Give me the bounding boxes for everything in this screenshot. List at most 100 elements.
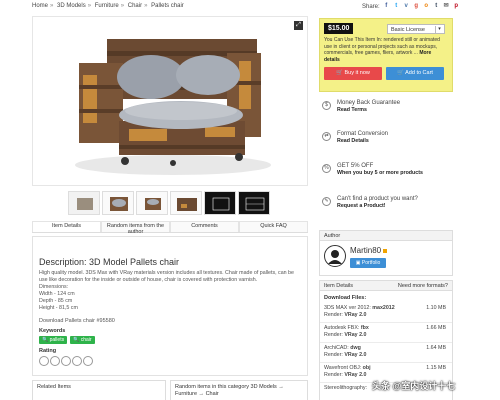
related-items-panel: Related Items: [32, 380, 166, 400]
render-value: VRay 2.0: [344, 372, 367, 378]
render-label: Render:: [324, 312, 343, 318]
thumbnail[interactable]: [204, 191, 236, 215]
feature-title: GET 5% OFF: [337, 163, 374, 169]
render-value: VRay 2.0: [344, 352, 367, 358]
tab-random-items-author[interactable]: Random items from the author: [101, 221, 170, 234]
item-details-title: Item Details: [324, 283, 354, 289]
feature-format-conversion: ⇄ Format Conversion Read Details: [322, 131, 388, 144]
keyword-tag[interactable]: 🔍 chair: [70, 336, 95, 344]
badge-icon: [383, 249, 388, 253]
star-icon[interactable]: [50, 356, 60, 366]
render-label: Render:: [324, 352, 343, 358]
breadcrumb-separator: »: [50, 3, 54, 9]
breadcrumb-separator: »: [144, 3, 148, 9]
share-label: Share:: [362, 3, 380, 10]
breadcrumb-3d-models[interactable]: 3D Models: [57, 3, 86, 9]
keyword-list: 🔍 pallets 🔍 chair: [39, 336, 301, 344]
tab-quick-faq[interactable]: Quick FAQ: [239, 221, 308, 232]
feature-link[interactable]: Read Details: [337, 138, 388, 144]
render-value: VRay 2.0: [344, 312, 367, 318]
share-bar: Share: f t v g o t ✉ p: [362, 3, 460, 10]
star-icon[interactable]: [72, 356, 82, 366]
thumbnail[interactable]: [238, 191, 270, 215]
file-version: obj: [362, 365, 371, 371]
tab-comments[interactable]: Comments: [170, 221, 239, 232]
feature-discount: % GET 5% OFF When you buy 5 or more produ…: [322, 163, 423, 176]
file-size: 1.10 MB: [426, 305, 446, 311]
keyword-text: pallets: [49, 337, 65, 343]
star-icon[interactable]: [39, 356, 49, 366]
google-plus-icon[interactable]: g: [413, 3, 420, 10]
thumbnail[interactable]: [170, 191, 202, 215]
product-image[interactable]: ⤢: [32, 16, 308, 186]
request-icon: ✎: [322, 197, 331, 206]
feature-link[interactable]: Read Terms: [337, 107, 400, 113]
license-value: Basic License: [391, 27, 425, 33]
feature-title: Can't find a product you want?: [337, 196, 418, 202]
feature-title: Format Conversion: [337, 131, 389, 137]
file-row[interactable]: ArchiCAD: dwg Render: VRay 2.0 1.64 MB: [320, 343, 452, 363]
star-icon[interactable]: [83, 356, 93, 366]
item-details-header: Item Details Need more formats?: [320, 281, 452, 291]
tumblr-icon[interactable]: t: [433, 3, 440, 10]
portfolio-button[interactable]: ▣ Portfolio: [350, 258, 386, 268]
file-size: 1.15 MB: [426, 365, 446, 371]
keyword-tag[interactable]: 🔍 pallets: [39, 336, 68, 344]
twitter-icon[interactable]: t: [393, 3, 400, 10]
author-name[interactable]: Martin80: [350, 246, 388, 255]
email-icon[interactable]: ✉: [443, 3, 450, 10]
author-name-text: Martin80: [350, 246, 382, 255]
buy-now-button[interactable]: 🛒 Buy it now: [324, 67, 382, 80]
license-select[interactable]: Basic License ▾: [387, 24, 445, 34]
breadcrumb-furniture[interactable]: Furniture: [95, 3, 119, 9]
rating-label: Rating: [39, 348, 57, 354]
odnoklassniki-icon[interactable]: o: [423, 3, 430, 10]
file-format: Wavefront OBJ:: [324, 365, 362, 371]
file-size: 1.66 MB: [426, 325, 446, 331]
feature-money-back: $ Money Back Guarantee Read Terms: [322, 100, 400, 113]
tab-item-details[interactable]: Item Details: [32, 221, 101, 232]
price-tag: $15.00: [324, 23, 354, 34]
more-formats-link[interactable]: Need more formats?: [398, 283, 448, 289]
author-heading: Author: [320, 231, 452, 241]
feature-title: Money Back Guarantee: [337, 100, 401, 106]
download-link[interactable]: Download Pallets chair #95580: [39, 318, 301, 324]
breadcrumb-chair[interactable]: Chair: [128, 3, 142, 9]
render-value: VRay 2.0: [344, 332, 367, 338]
random-items-title[interactable]: Random items in this category 3D Models …: [175, 384, 284, 397]
buy-box: $15.00 Basic License ▾ You Can Use This …: [319, 18, 453, 92]
star-icon[interactable]: [61, 356, 71, 366]
thumbnail[interactable]: [68, 191, 100, 215]
feature-link[interactable]: Request a Product!: [337, 203, 418, 209]
watermark: 头条 @室内设计十七: [372, 381, 456, 391]
thumbnail[interactable]: [102, 191, 134, 215]
file-row[interactable]: 3DS MAX ver 2012: max2012 Render: VRay 2…: [320, 303, 452, 323]
file-row[interactable]: Autodesk FBX: fbx Render: VRay 2.0 1.66 …: [320, 323, 452, 343]
top-bar: Home» 3D Models» Furniture» Chair» Palle…: [0, 0, 500, 14]
avatar[interactable]: [324, 245, 346, 267]
breadcrumb-home[interactable]: Home: [32, 3, 48, 9]
download-files-label: Download Files:: [324, 295, 367, 301]
feature-link[interactable]: When you buy 5 or more products: [337, 170, 423, 176]
pinterest-icon[interactable]: p: [453, 3, 460, 10]
discount-icon: %: [322, 164, 331, 173]
vk-icon[interactable]: v: [403, 3, 410, 10]
add-to-cart-label: Add to Cart: [405, 70, 433, 76]
render-label: Render:: [324, 332, 343, 338]
related-items-title: Related Items: [37, 384, 71, 390]
license-description: You Can Use This Item In: rendered still…: [324, 37, 448, 63]
keyword-text: chair: [80, 337, 92, 343]
expand-icon[interactable]: ⤢: [294, 21, 303, 30]
add-to-cart-button[interactable]: 🛒 Add to Cart: [386, 67, 444, 80]
breadcrumb-separator: »: [87, 3, 92, 9]
thumbnail[interactable]: [136, 191, 168, 215]
description-panel: Description: 3D Model Pallets chair High…: [32, 236, 308, 376]
description-text: High quality model. 3DS Max with VRay ma…: [39, 270, 294, 283]
file-format: 3DS MAX ver 2012:: [324, 305, 371, 311]
render-label: Render:: [324, 372, 343, 378]
feature-request: ✎ Can't find a product you want? Request …: [322, 196, 418, 209]
dimension-width: Width - 124 cm: [39, 291, 75, 297]
keywords-label: Keywords: [39, 328, 66, 334]
author-panel: Author Martin80 ▣ Portfolio: [319, 230, 453, 276]
facebook-icon[interactable]: f: [383, 3, 390, 10]
